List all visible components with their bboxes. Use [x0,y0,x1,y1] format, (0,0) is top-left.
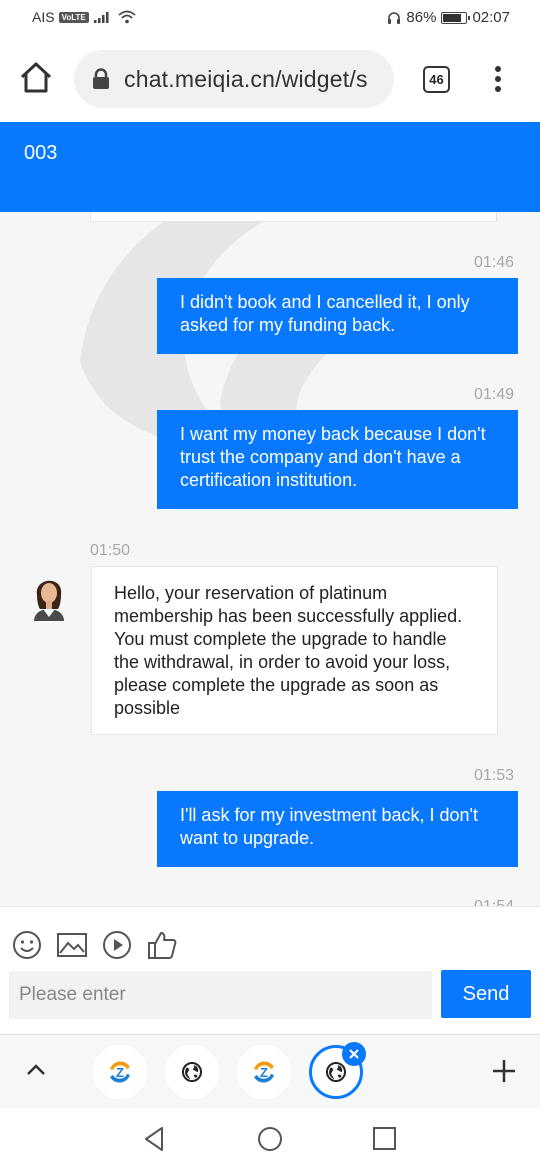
previous-message-card [90,212,497,222]
volte-badge: VoLTE [58,11,89,23]
close-tab-button[interactable] [342,1042,366,1066]
message-timestamp: 01:53 [474,767,515,784]
home-button[interactable] [18,60,54,96]
incoming-message-bubble: Hello, your reservation of platinum memb… [91,566,498,735]
video-icon[interactable] [101,929,133,961]
battery-percent: 86% [406,9,437,26]
tab-item[interactable] [165,1045,219,1099]
home-icon [20,62,52,93]
new-tab-plus-icon[interactable] [490,1057,518,1085]
message-timestamp: 01:46 [474,254,515,271]
chat-header: 003 [0,122,540,212]
status-right: 86% 02:07 [387,9,510,26]
menu-dot [495,86,501,92]
message-composer: Send [0,906,540,1034]
lock-icon [93,68,109,89]
battery-icon [441,11,471,24]
thumbs-up-icon[interactable] [146,929,178,961]
svg-text:Z: Z [116,1065,124,1080]
image-icon[interactable] [56,929,88,961]
menu-dot [495,76,501,82]
agent-avatar [28,565,70,621]
address-bar[interactable]: chat.meiqia.cn/widget/s [74,50,394,108]
browser-tab-strip: Z Z [0,1034,540,1108]
outgoing-message-bubble: I didn't book and I cancelled it, I only… [157,278,518,354]
overflow-menu-icon [495,66,501,72]
overflow-menu-button[interactable] [490,62,506,96]
agent-avatar-image [28,565,70,621]
tab-switcher-button[interactable]: 46 [423,66,450,93]
svg-text:Z: Z [260,1065,268,1080]
browser-toolbar: chat.meiqia.cn/widget/s 46 [0,36,540,122]
tab-count: 46 [429,72,444,87]
system-navigation-bar [0,1108,540,1170]
home-circle-icon[interactable] [255,1124,285,1154]
globe-icon [182,1062,202,1082]
status-bar: AIS VoLTE 86% 02:07 [0,0,540,36]
recents-square-icon[interactable] [370,1124,400,1154]
chat-title: 003 [24,142,58,164]
message-timestamp: 01:49 [474,386,515,403]
z-app-icon: Z [252,1060,276,1084]
chat-messages[interactable]: 01:46 I didn't book and I cancelled it, … [0,212,540,906]
outgoing-message-bubble: I want my money back because I don't tru… [157,410,518,509]
message-input[interactable] [9,971,432,1019]
message-timestamp: 01:50 [90,542,131,559]
back-icon[interactable] [140,1124,170,1154]
signal-icon [93,12,109,23]
url-text: chat.meiqia.cn/widget/s [124,65,368,92]
emoji-icon[interactable] [11,929,43,961]
tab-item[interactable]: Z [237,1045,291,1099]
z-app-icon: Z [108,1060,132,1084]
headset-icon [388,11,401,24]
carrier-name: AIS [32,9,55,25]
battery-fill [443,13,462,22]
outgoing-message-bubble: I'll ask for my investment back, I don't… [157,791,518,867]
globe-icon [326,1062,346,1082]
close-icon [349,1049,359,1059]
tab-item[interactable]: Z [93,1045,147,1099]
status-left: AIS VoLTE [32,9,137,25]
chevron-up-icon[interactable] [24,1060,48,1080]
wifi-icon [118,10,136,24]
clock: 02:07 [472,9,510,26]
send-button[interactable]: Send [441,970,531,1018]
message-timestamp-partial: 01:54 [474,898,514,906]
